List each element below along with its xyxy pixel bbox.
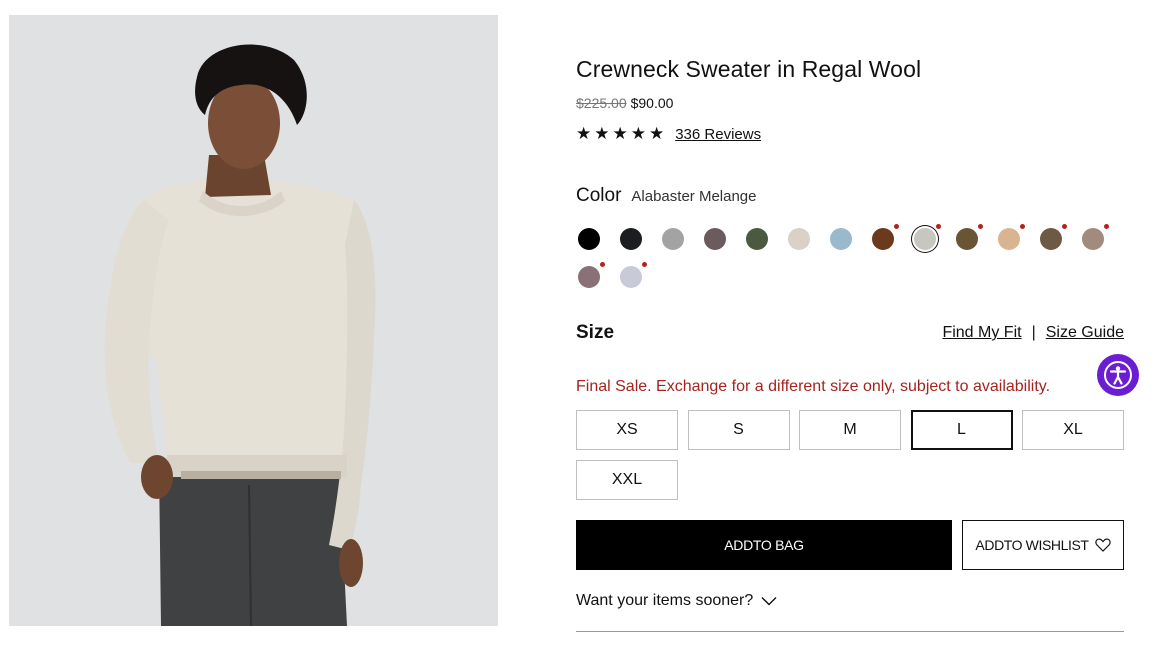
color-swatch[interactable] [746, 228, 768, 250]
add-to-bag-button[interactable]: ADDTO BAG [576, 520, 952, 570]
color-swatch[interactable] [1040, 224, 1067, 250]
delivery-sooner-label: Want your items sooner? [576, 592, 754, 609]
final-sale-dot-icon [600, 262, 605, 267]
size-option-xl[interactable]: XL [1022, 410, 1124, 450]
color-swatch[interactable] [662, 228, 684, 250]
color-swatch[interactable] [578, 262, 605, 288]
size-option-m[interactable]: M [799, 410, 901, 450]
color-swatch[interactable] [620, 262, 647, 288]
add-to-wishlist-button[interactable]: ADDTO WISHLIST [962, 520, 1124, 570]
color-swatch[interactable] [956, 224, 983, 250]
final-sale-dot-icon [936, 224, 941, 229]
color-swatch[interactable] [872, 224, 899, 250]
original-price: $225.00 [576, 95, 627, 111]
delivery-options-toggle[interactable]: Want your items sooner? [576, 592, 777, 610]
size-guide-link[interactable]: Size Guide [1046, 324, 1124, 342]
color-swatch[interactable] [998, 224, 1025, 250]
color-heading: Color Alabaster Melange [576, 185, 756, 207]
final-sale-notice: Final Sale. Exchange for a different siz… [576, 378, 1051, 395]
selected-color-name: Alabaster Melange [631, 188, 757, 205]
price: $225.00 $90.00 [576, 95, 673, 111]
color-swatch[interactable] [704, 228, 726, 250]
product-info-panel: Crewneck Sweater in Regal Wool $225.00 $9… [576, 0, 1124, 650]
color-swatch[interactable] [788, 228, 810, 250]
final-sale-dot-icon [1104, 224, 1109, 229]
rating-row: ★★★★★ 336 Reviews [576, 124, 761, 144]
size-label: Size [576, 322, 615, 343]
final-sale-dot-icon [1020, 224, 1025, 229]
size-option-s[interactable]: S [687, 410, 790, 450]
link-separator: | [1031, 324, 1036, 341]
size-option-l[interactable]: L [910, 410, 1013, 450]
final-sale-dot-icon [894, 224, 899, 229]
accessibility-button[interactable] [1097, 354, 1139, 396]
accessibility-icon [1104, 361, 1132, 389]
size-links: Find My Fit | Size Guide [942, 324, 1124, 342]
size-option-xxl[interactable]: XXL [576, 460, 678, 500]
sale-price: $90.00 [630, 95, 674, 111]
product-image[interactable] [9, 15, 498, 626]
color-swatch[interactable] [1082, 224, 1109, 250]
final-sale-dot-icon [978, 224, 983, 229]
color-swatch[interactable] [830, 228, 852, 250]
heart-icon [1094, 538, 1111, 552]
divider [576, 631, 1124, 632]
model-photo [9, 15, 498, 626]
reviews-link[interactable]: 336 Reviews [675, 126, 761, 143]
find-my-fit-link[interactable]: Find My Fit [942, 324, 1021, 342]
product-title: Crewneck Sweater in Regal Wool [576, 56, 922, 82]
color-label: Color [576, 185, 622, 206]
size-heading: Size Find My Fit | Size Guide [576, 322, 1124, 346]
size-option-xs[interactable]: XS [576, 410, 678, 450]
add-to-wishlist-label: ADDTO WISHLIST [975, 537, 1089, 553]
color-swatch[interactable] [620, 228, 642, 250]
final-sale-dot-icon [642, 262, 647, 267]
color-swatch[interactable] [578, 228, 600, 250]
color-swatch[interactable] [914, 224, 941, 250]
final-sale-dot-icon [1062, 224, 1067, 229]
chevron-down-icon [761, 597, 777, 606]
star-rating-icon: ★★★★★ [576, 124, 668, 143]
